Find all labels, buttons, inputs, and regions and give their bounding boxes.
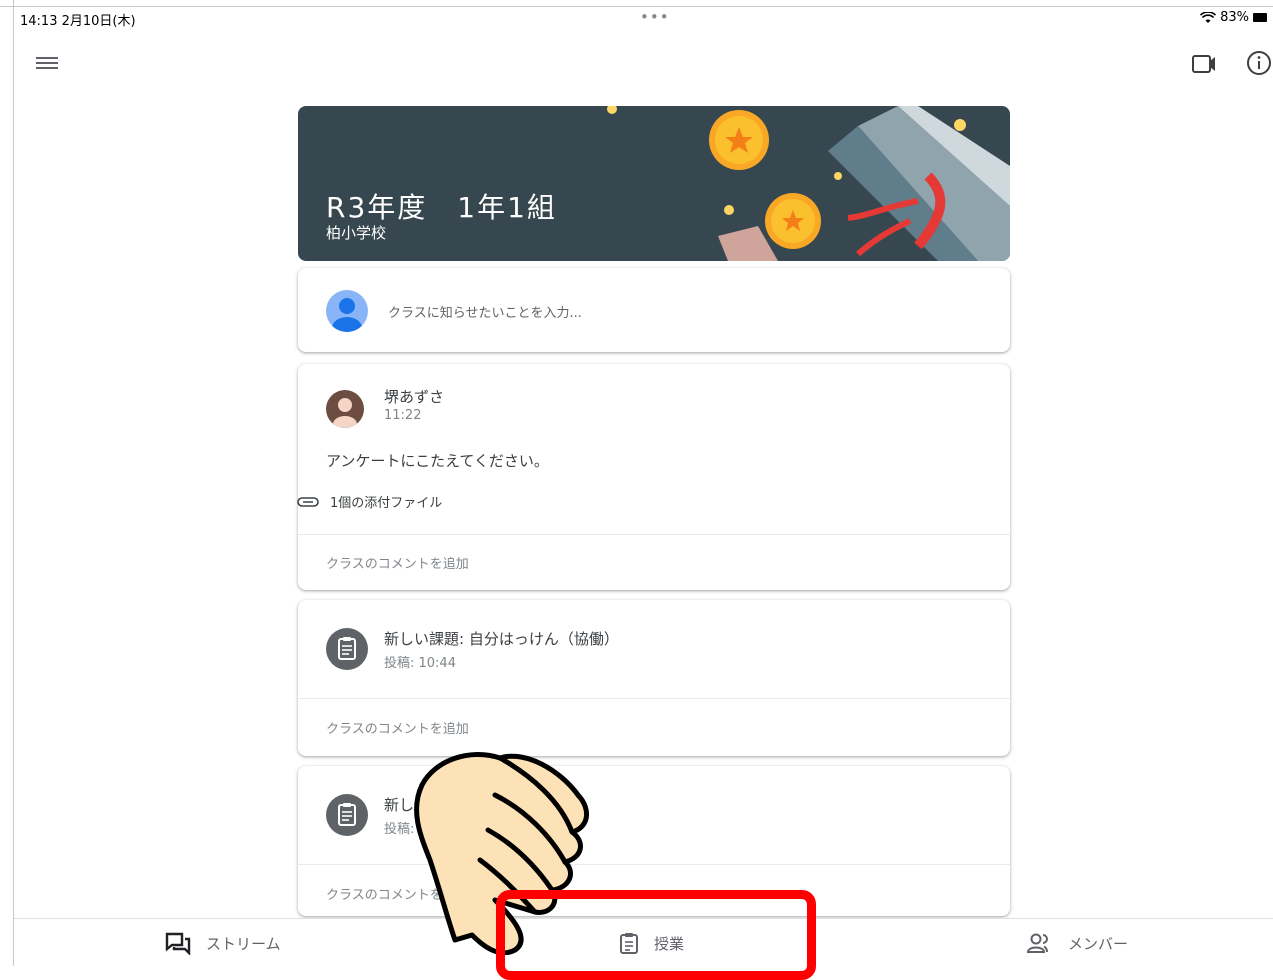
highlight-box bbox=[496, 890, 816, 980]
assignment-time: 投稿: 10:44 bbox=[384, 656, 456, 671]
announcement-post: 堺あずさ 11:22 アンケートにこたえてください。 1個の添付ファイル クラス… bbox=[296, 364, 1010, 590]
paperclip-icon bbox=[297, 496, 319, 507]
add-comment-link[interactable]: クラスのコメントを追加 bbox=[326, 718, 469, 737]
announce-input[interactable]: クラスに知らせたいことを入力... bbox=[388, 302, 582, 321]
assignment-title: 新しい課題: 自分はっけん（協働） bbox=[384, 630, 619, 648]
multitask-dots[interactable]: ••• bbox=[640, 8, 670, 26]
add-comment-link[interactable]: クラスのコメントを追加 bbox=[326, 553, 469, 572]
divider bbox=[298, 534, 1010, 535]
tab-stream[interactable]: ストリーム bbox=[164, 931, 281, 955]
battery-percent: 83% bbox=[1220, 10, 1249, 25]
tab-stream-label: ストリーム bbox=[206, 934, 281, 953]
status-right: 83% bbox=[1200, 10, 1267, 25]
video-call-icon[interactable] bbox=[1190, 52, 1218, 76]
hamburger-menu-icon[interactable] bbox=[36, 54, 58, 72]
assignment-icon bbox=[326, 628, 368, 670]
class-section: 柏小学校 bbox=[326, 224, 387, 242]
post-author: 堺あずさ bbox=[384, 388, 445, 406]
tab-people[interactable]: メンバー bbox=[1026, 931, 1128, 955]
battery-icon bbox=[1253, 13, 1267, 22]
people-icon bbox=[1026, 933, 1048, 953]
attachment-link[interactable]: 1個の添付ファイル bbox=[296, 492, 442, 511]
assignment-icon bbox=[326, 794, 368, 836]
tab-people-label: メンバー bbox=[1068, 934, 1129, 953]
avatar bbox=[326, 290, 368, 332]
stream-icon bbox=[165, 932, 191, 955]
class-title: R3年度 1年1組 bbox=[326, 191, 557, 224]
class-banner: R3年度 1年1組 柏小学校 bbox=[298, 106, 1010, 261]
status-time: 14:13 2月10日(木) bbox=[20, 14, 136, 29]
status-bar: 14:13 2月10日(木) ••• 83% bbox=[0, 8, 1273, 29]
wifi-icon bbox=[1200, 11, 1217, 23]
post-body: アンケートにこたえてください。 bbox=[326, 452, 549, 470]
divider bbox=[298, 698, 1010, 699]
assignment-post[interactable]: 新しい課題: 自分はっけん（協働） 投稿: 10:44 クラスのコメントを追加 bbox=[298, 600, 1010, 756]
announce-card[interactable]: クラスに知らせたいことを入力... bbox=[298, 268, 1010, 352]
info-icon[interactable] bbox=[1246, 50, 1272, 76]
post-time: 11:22 bbox=[384, 408, 422, 423]
graduation-illustration bbox=[607, 106, 1010, 261]
attachment-label: 1個の添付ファイル bbox=[330, 496, 443, 511]
author-avatar bbox=[326, 390, 364, 428]
